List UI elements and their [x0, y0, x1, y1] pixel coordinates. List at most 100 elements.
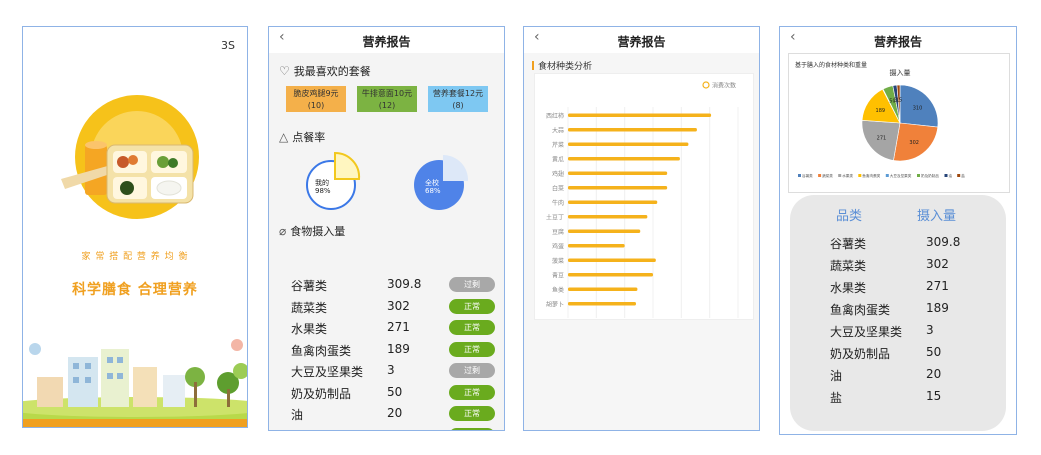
town-illustration: [23, 339, 247, 427]
category-cell: 奶及奶制品: [830, 347, 891, 361]
slogan-main: 科学膳食 合理营养: [72, 282, 198, 298]
status-badge: 正常: [449, 406, 495, 421]
intake-cell: 271: [926, 279, 949, 293]
school-rate-value: 68%: [425, 187, 441, 195]
category-cell: 蔬菜类: [830, 259, 867, 273]
category-cell: 鱼禽肉蛋类: [830, 303, 891, 317]
page-title: 营养报告: [362, 35, 411, 49]
intake-cell: 20: [926, 367, 942, 381]
ingredient-bar-chart: 消费次数020040060080010001200西红柿大蒜芹菜黄瓜鸡翅白菜牛肉…: [546, 81, 739, 318]
legend-swatch: [702, 81, 710, 89]
school-rate-pie: [414, 154, 469, 210]
meal-illustration: [61, 95, 199, 219]
my-rate-name: 我的: [315, 179, 329, 187]
food-amount: 302: [387, 298, 410, 313]
intake-row: 盐 15 正常: [291, 426, 496, 430]
food-category: 鱼禽肉蛋类: [291, 343, 352, 358]
intake-row: 油 20 正常: [291, 404, 496, 424]
combo-count: (10): [307, 101, 325, 110]
legend-label: 消费次数: [712, 82, 736, 90]
y-tick-label: 黄瓜: [552, 156, 564, 164]
intake-pie-screen: ‹ 营养报告 基于膳入的食材种类和重量 摄入量 310 302 271 189 50 20 1…: [779, 26, 1017, 435]
legend-swatch: [957, 174, 961, 177]
legend-label: 鱼禽肉蛋类: [862, 173, 880, 178]
y-tick-label: 鸡蛋: [552, 243, 564, 251]
intake-cell: 50: [926, 345, 942, 359]
report-screen: ‹ 营养报告 ♡ 我最喜欢的套餐 脆皮鸡腿9元 (10) 牛排意面10元 (12)…: [268, 26, 505, 431]
bar: [568, 113, 712, 117]
food-amount: 20: [387, 406, 403, 420]
bar: [568, 186, 668, 190]
pie-data-label: 189: [876, 108, 886, 114]
status-badge: 正常: [449, 384, 495, 400]
intake-row: 大豆及坚果类 3 过剩: [291, 361, 496, 381]
y-tick-label: 菠菜: [552, 257, 564, 265]
legend-label: 水果类: [842, 173, 853, 178]
bar: [568, 273, 653, 277]
legend-swatch: [818, 174, 822, 177]
intake-row: 蔬菜类 302 正常: [291, 297, 496, 317]
pie-data-label: 15: [896, 97, 902, 103]
page-title: 营养报告: [617, 35, 666, 49]
intake-heading: ⌀ 食物摄入量: [279, 223, 345, 239]
favorites-heading-label: 我最喜欢的套餐: [293, 65, 371, 78]
status-badge: 过剩: [449, 277, 495, 292]
page-title: 营养报告: [873, 35, 922, 49]
intake-heading-label: 食物摄入量: [290, 225, 346, 238]
my-rate-label: 我的 98%: [315, 179, 331, 195]
combo-name: 脆皮鸡腿9元: [293, 89, 339, 98]
legend-swatch: [798, 174, 801, 177]
food-category: 大豆及坚果类: [291, 365, 364, 379]
y-tick-label: 胡萝卜: [546, 301, 564, 309]
combo-name: 营养套餐12元: [432, 89, 484, 98]
combo-card-1[interactable]: 脆皮鸡腿9元 (10): [286, 86, 346, 112]
y-tick-label: 芹菜: [552, 141, 564, 149]
pie-data-label: 302: [909, 140, 919, 146]
school-rate-name: 全校: [425, 179, 439, 187]
category-cell: 谷薯类: [830, 237, 867, 251]
legend-label: 奶及奶制品: [921, 173, 939, 178]
legend-swatch: [885, 174, 889, 177]
food-amount: 189: [387, 341, 410, 356]
intake-cell: 309.8: [926, 235, 961, 249]
food-amount: 3: [387, 363, 395, 377]
combo-card-2[interactable]: 牛排意面10元 (12): [357, 86, 417, 112]
section-accent: [532, 61, 534, 70]
status-badge: 正常: [449, 298, 495, 314]
status-badge: 正常: [449, 341, 495, 357]
intake-cell: 15: [926, 389, 942, 403]
intake-row: 鱼禽肉蛋类 189 正常: [291, 340, 496, 360]
col-header-category: 品类: [836, 209, 863, 224]
y-tick-label: 白菜: [552, 185, 564, 193]
order-rate-charts: [306, 151, 469, 210]
legend-swatch: [944, 174, 948, 177]
bar: [568, 157, 680, 161]
food-amount: 50: [387, 384, 403, 399]
order-rate-heading: △ 点餐率: [279, 129, 325, 145]
nav-bar: ‹ 营养报告: [269, 27, 504, 53]
slogan-small: 家 常 搭 配 营 养 均 衡: [81, 252, 189, 262]
pie-data-label: 310: [913, 105, 923, 111]
countdown-skip[interactable]: 3S: [221, 39, 235, 52]
tag-icon: ⌀: [279, 224, 287, 238]
intake-row: 奶及奶制品 50 正常: [291, 383, 496, 403]
intake-cell: 302: [926, 257, 949, 271]
status-badge: 正常: [449, 427, 495, 430]
legend-swatch: [838, 174, 842, 177]
intake-table: [790, 195, 1006, 431]
bar: [568, 287, 638, 291]
category-cell: 油: [830, 369, 843, 383]
combo-card-3[interactable]: 营养套餐12元 (8): [428, 86, 488, 112]
pie-title: 摄入量: [890, 68, 911, 77]
y-tick-label: 西红柿: [546, 112, 564, 120]
food-category: 蔬菜类: [291, 300, 328, 315]
nav-bar: ‹ 营养报告: [524, 27, 759, 53]
bar: [568, 142, 689, 146]
legend-label: 油: [949, 173, 953, 178]
y-tick-label: 豆腐: [552, 228, 564, 236]
bar: [568, 200, 658, 204]
intake-row: 水果类 271 正常: [291, 318, 496, 338]
intake-cell: 3: [926, 323, 934, 337]
chart-heading: 食材种类分析: [538, 62, 593, 72]
school-rate-label: 全校 68%: [425, 179, 441, 195]
